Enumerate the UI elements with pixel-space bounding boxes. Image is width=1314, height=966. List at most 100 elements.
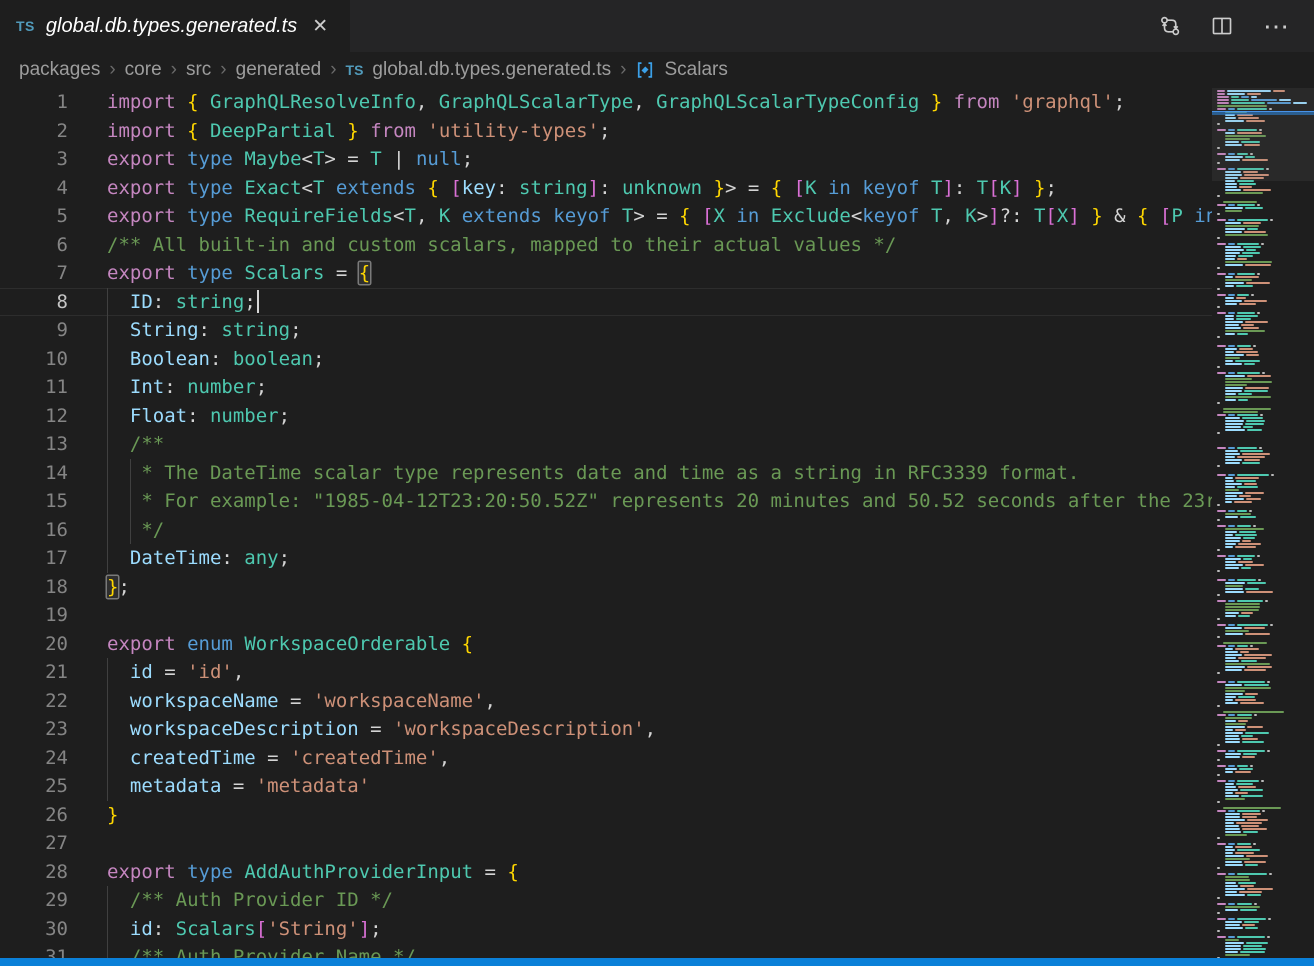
minimap-row: [1217, 954, 1314, 956]
code-line[interactable]: 9 String: string;: [0, 316, 1212, 345]
minimap-row: [1217, 279, 1314, 281]
code-line[interactable]: 10 Boolean: boolean;: [0, 345, 1212, 374]
code-line[interactable]: 2import { DeepPartial } from 'utility-ty…: [0, 117, 1212, 146]
minimap-row: [1217, 936, 1314, 938]
code-line[interactable]: 23 workspaceDescription = 'workspaceDesc…: [0, 715, 1212, 744]
code-line[interactable]: 5export type RequireFields<T, K extends …: [0, 202, 1212, 231]
breadcrumb-item-file[interactable]: global.db.types.generated.ts: [372, 59, 611, 81]
minimap-row: [1217, 240, 1314, 242]
minimap-row: [1217, 399, 1314, 401]
minimap-row: [1217, 621, 1314, 623]
minimap-row: [1217, 918, 1314, 920]
minimap-row: [1217, 306, 1314, 308]
minimap-row: [1217, 513, 1314, 515]
minimap-row: [1217, 357, 1314, 359]
code-line[interactable]: 16 */: [0, 516, 1212, 545]
indent-guide: [107, 373, 108, 402]
code-line[interactable]: 26}: [0, 801, 1212, 830]
code-line[interactable]: 17 DateTime: any;: [0, 544, 1212, 573]
minimap-row: [1217, 219, 1314, 221]
code-line[interactable]: 1import { GraphQLResolveInfo, GraphQLSca…: [0, 88, 1212, 117]
line-content: export enum WorkspaceOrderable {: [107, 630, 473, 659]
line-number: 14: [0, 459, 68, 488]
code-line[interactable]: 18};: [0, 573, 1212, 602]
minimap-row: [1217, 273, 1314, 275]
code-line[interactable]: 19: [0, 601, 1212, 630]
minimap-row: [1217, 360, 1314, 362]
minimap-row: [1217, 99, 1314, 101]
minimap-row: [1217, 810, 1314, 812]
code-line[interactable]: 20export enum WorkspaceOrderable {: [0, 630, 1212, 659]
line-number: 19: [0, 601, 68, 630]
minimap-row: [1217, 636, 1314, 638]
code-line[interactable]: 21 id = 'id',: [0, 658, 1212, 687]
minimap-row: [1217, 654, 1314, 656]
line-number: 23: [0, 715, 68, 744]
code-line[interactable]: 8 ID: string;: [0, 288, 1212, 317]
minimap-row: [1217, 453, 1314, 455]
code-line[interactable]: 30 id: Scalars['String'];: [0, 915, 1212, 944]
breadcrumb-item-packages[interactable]: packages: [19, 59, 100, 81]
code-line[interactable]: 24 createdTime = 'createdTime',: [0, 744, 1212, 773]
minimap-row: [1217, 474, 1314, 476]
minimap-row: [1217, 483, 1314, 485]
minimap-row: [1217, 930, 1314, 932]
minimap-row: [1217, 93, 1314, 95]
minimap-row: [1217, 762, 1314, 764]
minimap-row: [1217, 429, 1314, 431]
minimap-row: [1217, 342, 1314, 344]
minimap-row: [1217, 246, 1314, 248]
code-line[interactable]: 6/** All built-in and custom scalars, ma…: [0, 231, 1212, 260]
minimap-row: [1217, 723, 1314, 725]
code-line[interactable]: 25 metadata = 'metadata': [0, 772, 1212, 801]
typescript-icon: TS: [16, 18, 35, 34]
symbol-type-icon: [635, 60, 655, 80]
open-changes-icon[interactable]: [1159, 15, 1181, 37]
code-line[interactable]: 28export type AddAuthProviderInput = {: [0, 858, 1212, 887]
code-line[interactable]: 27: [0, 829, 1212, 858]
tab-global-db-types[interactable]: TS global.db.types.generated.ts ✕: [0, 0, 350, 52]
split-editor-icon[interactable]: [1211, 15, 1233, 37]
minimap-row: [1217, 171, 1314, 173]
minimap-row: [1217, 294, 1314, 296]
minimap-row: [1217, 702, 1314, 704]
line-content: id: Scalars['String'];: [107, 915, 382, 944]
minimap-row: [1217, 597, 1314, 599]
minimap-row: [1217, 957, 1314, 958]
breadcrumb-item-symbol[interactable]: Scalars: [664, 59, 727, 81]
code-line[interactable]: 3export type Maybe<T> = T | null;: [0, 145, 1212, 174]
minimap-row: [1217, 945, 1314, 947]
code-line[interactable]: 31 /** Auth Provider Name */: [0, 943, 1212, 958]
close-tab-icon[interactable]: ✕: [308, 13, 332, 40]
indent-guide: [107, 715, 108, 744]
code-line[interactable]: 7export type Scalars = {: [0, 259, 1212, 288]
breadcrumb-item-src[interactable]: src: [186, 59, 211, 81]
code-line[interactable]: 4export type Exact<T extends { [key: str…: [0, 174, 1212, 203]
breadcrumb-item-core[interactable]: core: [125, 59, 162, 81]
minimap-row: [1217, 699, 1314, 701]
breadcrumb-item-generated[interactable]: generated: [236, 59, 322, 81]
line-number: 15: [0, 487, 68, 516]
indent-guide: [107, 915, 108, 944]
line-number: 2: [0, 117, 68, 146]
minimap-row: [1217, 669, 1314, 671]
minimap[interactable]: [1212, 88, 1314, 958]
minimap-row: [1217, 123, 1314, 125]
code-line[interactable]: 11 Int: number;: [0, 373, 1212, 402]
code-line[interactable]: 15 * For example: "1985-04-12T23:20:50.5…: [0, 487, 1212, 516]
code-line[interactable]: 13 /**: [0, 430, 1212, 459]
code-line[interactable]: 12 Float: number;: [0, 402, 1212, 431]
tab-title: global.db.types.generated.ts: [46, 15, 297, 38]
code-line[interactable]: 29 /** Auth Provider ID */: [0, 886, 1212, 915]
minimap-row: [1217, 477, 1314, 479]
more-actions-icon[interactable]: ⋯: [1263, 21, 1290, 31]
code-line[interactable]: 22 workspaceName = 'workspaceName',: [0, 687, 1212, 716]
code-line[interactable]: 14 * The DateTime scalar type represents…: [0, 459, 1212, 488]
minimap-row: [1217, 807, 1314, 809]
minimap-row: [1217, 390, 1314, 392]
minimap-row: [1217, 426, 1314, 428]
indent-guide: [107, 516, 108, 545]
minimap-row: [1217, 684, 1314, 686]
code-area[interactable]: 1import { GraphQLResolveInfo, GraphQLSca…: [0, 88, 1212, 958]
minimap-row: [1217, 780, 1314, 782]
